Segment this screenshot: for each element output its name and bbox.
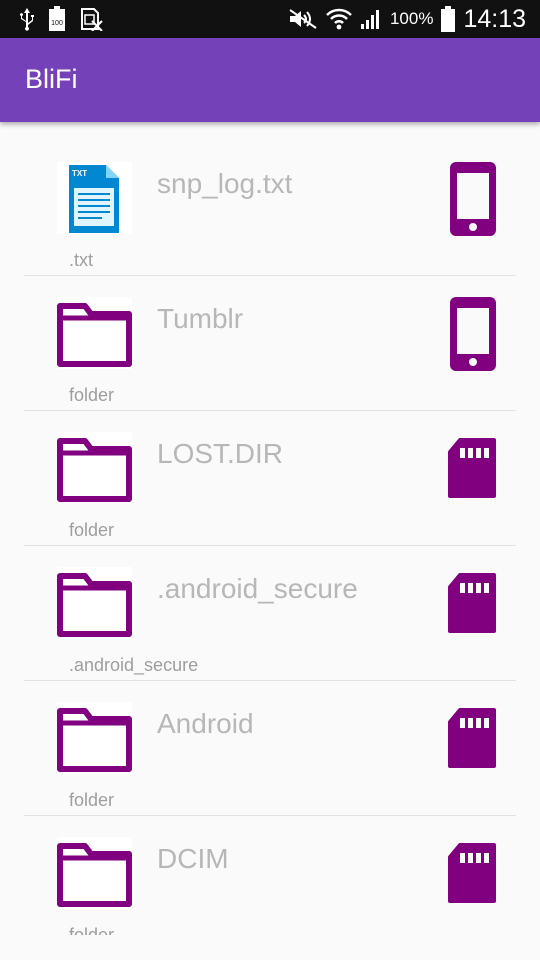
sd-card-icon (448, 708, 496, 768)
file-type: .android_secure (69, 655, 199, 675)
file-type: folder (69, 925, 115, 935)
battery-icon (441, 6, 456, 32)
svg-text:100: 100 (51, 20, 63, 27)
sd-card-icon (448, 438, 496, 498)
file-name: .android_secure (157, 573, 358, 604)
folder-icon (57, 567, 132, 639)
signal-icon (360, 10, 379, 29)
sd-card-icon (448, 843, 496, 903)
file-name: snp_log.txt (157, 168, 293, 199)
file-row[interactable]: TXT snp_log.txt .txt (0, 140, 540, 276)
file-row[interactable]: Android folder (0, 680, 540, 816)
battery-100-icon: 100 (49, 6, 65, 31)
status-bar-left: 100 (20, 6, 104, 32)
file-name: LOST.DIR (157, 438, 284, 469)
file-row[interactable]: DCIM folder (0, 815, 540, 935)
svg-text:TXT: TXT (72, 169, 87, 178)
file-list[interactable]: TXT snp_log.txt .txt Tumblr folder LOST.… (0, 140, 540, 935)
status-bar: 100 100% 14:13 (0, 0, 540, 38)
app-title: BliFi (25, 64, 78, 94)
folder-icon (57, 297, 132, 369)
file-name: Android (157, 708, 254, 739)
usb-icon (20, 8, 34, 31)
file-name: DCIM (157, 843, 229, 874)
battery-percent: 100% (389, 9, 434, 28)
file-type: folder (69, 520, 115, 540)
mute-icon (289, 9, 317, 29)
file-type: .txt (69, 250, 94, 270)
wifi-icon (326, 8, 352, 30)
txt-file-icon: TXT (57, 162, 132, 234)
phone-icon (450, 297, 496, 371)
file-type: folder (69, 790, 115, 810)
file-row[interactable]: LOST.DIR folder (0, 410, 540, 546)
phone-icon (450, 162, 496, 236)
sd-card-icon (448, 573, 496, 633)
folder-icon (57, 702, 132, 774)
blocked-sim-icon (81, 8, 103, 31)
status-bar-right: 100% 14:13 (288, 0, 526, 38)
clock: 14:13 (463, 4, 526, 33)
file-row[interactable]: .android_secure .android_secure (0, 545, 540, 681)
folder-icon (57, 432, 132, 504)
app-bar: BliFi (0, 38, 540, 122)
file-row[interactable]: Tumblr folder (0, 275, 540, 411)
file-name: Tumblr (157, 303, 244, 334)
file-type: folder (69, 385, 115, 405)
folder-icon (57, 837, 132, 909)
